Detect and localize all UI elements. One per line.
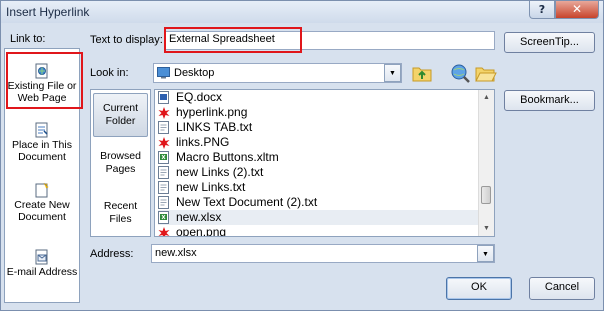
browse-web-button[interactable]: [448, 62, 472, 84]
link-to-create-new-document[interactable]: Create New Document: [5, 182, 79, 223]
file-item[interactable]: hyperlink.png: [158, 105, 480, 120]
file-item[interactable]: EQ.docx: [158, 90, 480, 105]
desktop-icon: [157, 67, 170, 79]
scroll-thumb[interactable]: [481, 186, 491, 204]
file-item[interactable]: new Links (2).txt: [158, 165, 480, 180]
text-file-icon: [158, 181, 170, 194]
place-browsed-pages[interactable]: Browsed Pages: [93, 150, 148, 176]
email-icon: [35, 249, 49, 265]
text-to-display-highlight-annotation: [164, 27, 302, 53]
file-item[interactable]: links.PNG: [158, 135, 480, 150]
insert-hyperlink-dialog: Insert Hyperlink ? ✕ Link to: Existing F…: [0, 0, 604, 311]
close-button[interactable]: ✕: [555, 1, 599, 19]
file-item-selected[interactable]: new.xlsx: [158, 210, 480, 225]
up-one-folder-button[interactable]: [410, 62, 434, 84]
file-name: EQ.docx: [176, 90, 223, 104]
screentip-button[interactable]: ScreenTip...: [504, 32, 595, 53]
text-file-icon: [158, 166, 170, 179]
file-item[interactable]: new Links.txt: [158, 180, 480, 195]
text-file-icon: [158, 121, 170, 134]
dialog-title: Insert Hyperlink: [6, 5, 90, 19]
file-item[interactable]: open.png: [158, 225, 480, 237]
excel-template-icon: [158, 151, 170, 164]
title-bar: Insert Hyperlink ? ✕: [1, 1, 603, 23]
help-button[interactable]: ?: [529, 1, 555, 19]
file-list: EQ.docx hyperlink.png LINKS TAB.txt link…: [154, 89, 495, 237]
bookmark-button[interactable]: Bookmark...: [504, 90, 595, 111]
file-item[interactable]: New Text Document (2).txt: [158, 195, 480, 210]
link-to-place-in-document-label: Place in This Document: [12, 139, 72, 163]
cancel-button[interactable]: Cancel: [529, 277, 595, 300]
file-name: Macro Buttons.xltm: [176, 150, 279, 164]
scroll-up-arrow[interactable]: ▲: [479, 90, 494, 105]
file-name: hyperlink.png: [176, 105, 248, 119]
image-icon: [158, 226, 170, 236]
look-in-dropdown-arrow[interactable]: ▼: [384, 64, 401, 82]
image-icon: [158, 106, 170, 119]
text-file-icon: [158, 196, 170, 209]
link-to-label: Link to:: [10, 33, 46, 45]
ok-button[interactable]: OK: [446, 277, 512, 300]
look-in-value: Desktop: [174, 67, 215, 79]
link-to-place-in-document[interactable]: Place in This Document: [5, 122, 79, 163]
places-bar: Current Folder Browsed Pages Recent File…: [90, 89, 151, 237]
place-current-folder[interactable]: Current Folder: [93, 93, 148, 137]
file-name: new.xlsx: [176, 210, 222, 224]
image-icon: [158, 136, 170, 149]
file-name: open.png: [176, 225, 227, 237]
new-document-icon: [35, 182, 49, 198]
file-name: new Links (2).txt: [176, 165, 264, 179]
look-in-select[interactable]: Desktop: [153, 63, 402, 83]
text-to-display-label: Text to display:: [90, 34, 163, 46]
place-recent-files[interactable]: Recent Files: [93, 200, 148, 226]
file-name: links.PNG: [176, 135, 230, 149]
browse-file-button[interactable]: [473, 62, 497, 84]
address-label: Address:: [90, 248, 134, 260]
word-icon: [158, 91, 170, 104]
existing-file-highlight-annotation: [6, 52, 83, 109]
place-in-document-icon: [35, 122, 49, 138]
scroll-down-arrow[interactable]: ▼: [479, 221, 494, 236]
file-name: New Text Document (2).txt: [176, 195, 318, 209]
file-name: LINKS TAB.txt: [176, 120, 253, 134]
link-to-email-address[interactable]: E-mail Address: [5, 249, 79, 278]
file-item[interactable]: Macro Buttons.xltm: [158, 150, 480, 165]
file-list-scrollbar[interactable]: ▲ ▼: [478, 90, 494, 236]
excel-icon: [158, 211, 170, 224]
address-input[interactable]: new.xlsx: [151, 244, 495, 263]
link-to-email-address-label: E-mail Address: [6, 266, 78, 278]
file-item[interactable]: LINKS TAB.txt: [158, 120, 480, 135]
link-to-create-new-document-label: Create New Document: [14, 199, 70, 223]
look-in-label: Look in:: [90, 67, 129, 79]
file-name: new Links.txt: [176, 180, 246, 194]
address-dropdown-arrow[interactable]: ▼: [477, 245, 494, 262]
